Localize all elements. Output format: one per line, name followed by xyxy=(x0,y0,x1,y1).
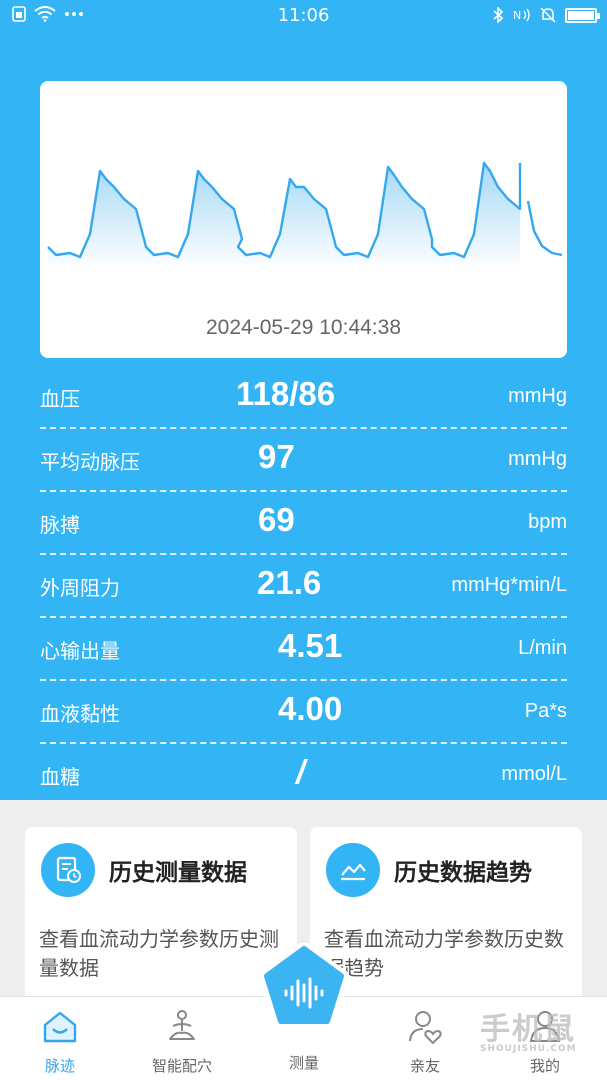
metric-unit: bpm xyxy=(528,511,567,533)
metric-row-blood-pressure: 血压 118/86 mmHg xyxy=(40,366,567,429)
trend-chart-icon xyxy=(326,843,380,897)
card-title: 历史数据趋势 xyxy=(394,860,532,886)
battery-icon xyxy=(565,7,600,23)
metric-unit: L/min xyxy=(518,637,567,659)
metric-value: 69 xyxy=(258,501,295,538)
tab-home[interactable]: 脉迹 xyxy=(15,997,105,1080)
metric-unit: mmHg xyxy=(508,448,567,470)
history-document-icon xyxy=(41,843,95,897)
metric-row-blood-viscosity: 血液黏性 4.00 Pa*s xyxy=(40,681,567,744)
watermark-subtext: SHOUJISHU.COM xyxy=(480,1044,577,1054)
metric-value: 97 xyxy=(258,438,295,475)
home-face-icon xyxy=(43,1011,77,1043)
card-title: 历史测量数据 xyxy=(109,860,247,886)
tab-label: 亲友 xyxy=(409,1057,440,1075)
metric-unit: mmHg*min/L xyxy=(451,574,567,596)
measure-label: 测量 xyxy=(288,1054,319,1072)
metric-label: 血液黏性 xyxy=(40,702,120,726)
measurement-panel: 2024-05-29 10:44:38 血压 118/86 mmHg 平均动脉压… xyxy=(0,34,607,800)
metric-label: 平均动脉压 xyxy=(40,450,140,474)
metric-label: 血糖 xyxy=(40,765,80,789)
metric-value: 118/86 xyxy=(236,375,336,412)
friends-heart-icon xyxy=(409,1011,442,1045)
tab-friends[interactable]: 亲友 xyxy=(380,997,470,1080)
nfc-icon: N xyxy=(513,8,530,22)
metric-unit: mmol/L xyxy=(501,763,567,785)
metric-label: 外周阻力 xyxy=(40,576,120,600)
metric-label: 血压 xyxy=(40,387,80,411)
card-description: 查看血流动力学参数历史数据趋势 xyxy=(324,927,564,980)
metric-label: 脉搏 xyxy=(40,513,80,537)
card-description: 查看血流动力学参数历史测量数据 xyxy=(39,927,279,980)
metric-row-cardiac-output: 心输出量 4.51 L/min xyxy=(40,618,567,681)
metric-unit: Pa*s xyxy=(524,700,567,722)
metric-value: / xyxy=(296,753,306,790)
metric-row-peripheral-resistance: 外周阻力 21.6 mmHg*min/L xyxy=(40,555,567,618)
metrics-list: 血压 118/86 mmHg 平均动脉压 97 mmHg 脉搏 69 bpm 外… xyxy=(40,366,567,807)
metric-value: 4.51 xyxy=(278,627,343,664)
bluetooth-icon xyxy=(493,7,504,23)
pulse-waveform-tail xyxy=(526,200,563,257)
svg-text:N: N xyxy=(513,9,521,22)
watermark: 手机鼠 SHOUJISHU.COM xyxy=(480,1004,577,1054)
metric-label: 心输出量 xyxy=(40,639,120,663)
measurement-timestamp: 2024-05-29 10:44:38 xyxy=(206,316,401,339)
meditation-icon xyxy=(169,1010,195,1040)
tab-label: 我的 xyxy=(529,1057,560,1075)
mute-bell-icon xyxy=(540,7,556,23)
pulse-waveform-card: 2024-05-29 10:44:38 xyxy=(40,81,567,358)
tab-label: 脉迹 xyxy=(44,1057,75,1075)
metric-row-blood-glucose: 血糖 / mmol/L xyxy=(40,744,567,807)
tab-smart-acupoint[interactable]: 智能配穴 xyxy=(137,997,227,1080)
measure-button[interactable] xyxy=(259,943,349,1033)
status-bar: 11:06 N xyxy=(0,0,607,34)
metric-value: 4.00 xyxy=(278,690,343,727)
metric-unit: mmHg xyxy=(508,385,567,407)
status-right-icons: N xyxy=(492,7,600,23)
metric-row-pulse: 脉搏 69 bpm xyxy=(40,492,567,555)
metric-row-mean-arterial-pressure: 平均动脉压 97 mmHg xyxy=(40,429,567,492)
tab-label: 智能配穴 xyxy=(151,1057,212,1075)
watermark-text: 手机鼠 xyxy=(480,1012,576,1047)
metric-value: 21.6 xyxy=(257,564,322,601)
